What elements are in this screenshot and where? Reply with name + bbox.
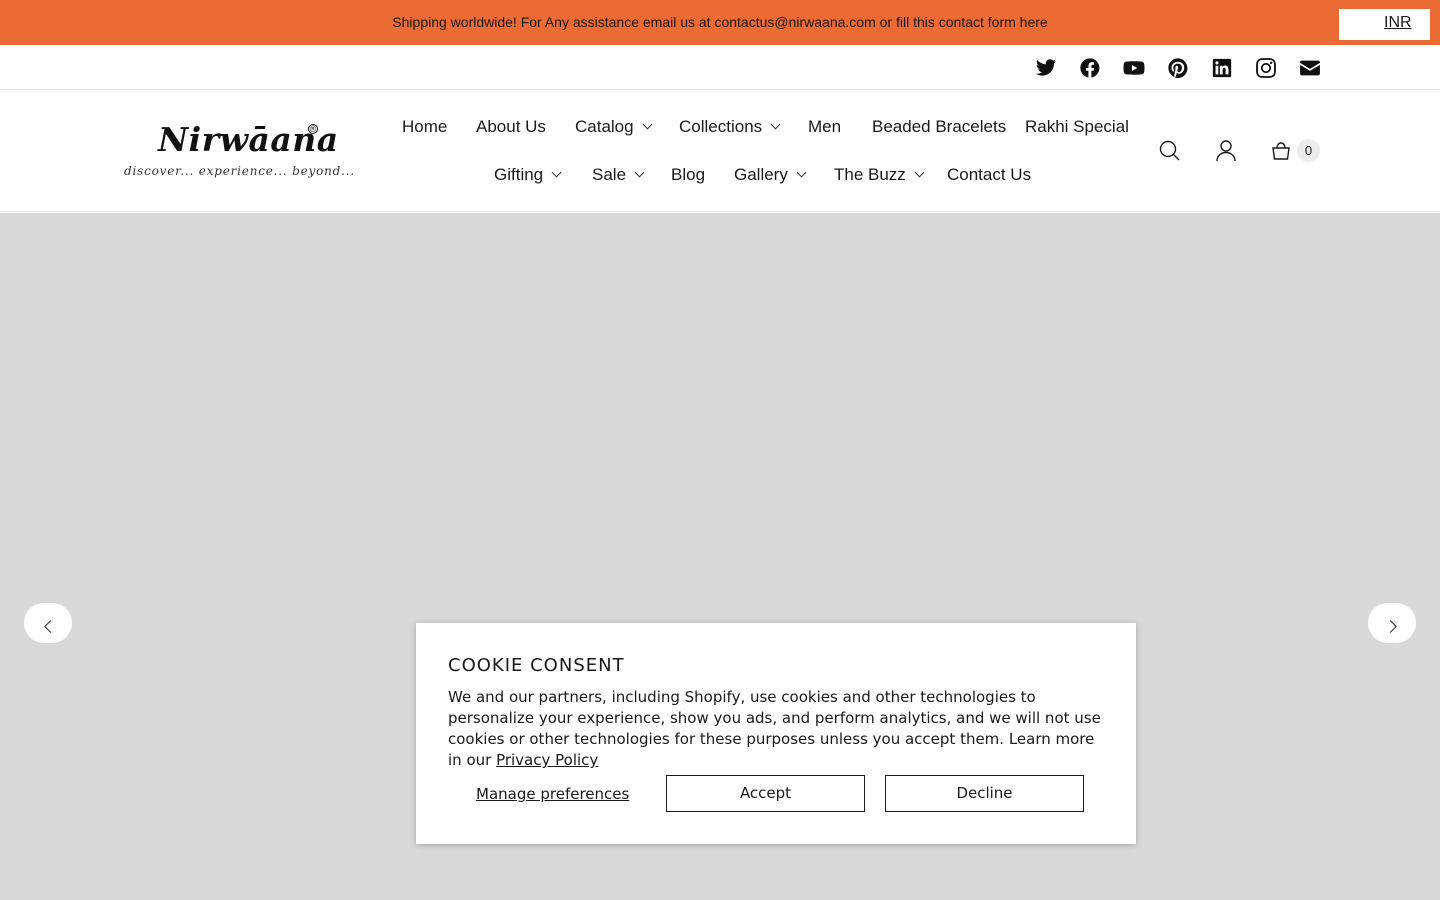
youtube-icon[interactable] <box>1122 56 1146 80</box>
manage-preferences-link[interactable]: Manage preferences <box>476 785 629 803</box>
search-icon[interactable] <box>1157 138 1183 164</box>
nav-sale[interactable]: Sale <box>592 165 645 185</box>
chevron-down-icon <box>914 167 925 178</box>
nav-label: About Us <box>476 117 546 136</box>
chevron-right-icon <box>1383 619 1397 633</box>
nav-catalog[interactable]: Catalog <box>575 117 653 137</box>
announcement-bar: Shipping worldwide! For Any assistance e… <box>0 0 1440 45</box>
cart-icon[interactable] <box>1268 138 1294 164</box>
chevron-left-icon <box>43 619 57 633</box>
privacy-policy-link[interactable]: Privacy Policy <box>496 751 598 769</box>
nav-about-us[interactable]: About Us <box>476 117 546 137</box>
nav-label: Rakhi Special <box>1025 117 1129 136</box>
chevron-down-icon <box>642 119 653 130</box>
nav-blog[interactable]: Blog <box>671 165 705 185</box>
slideshow-next-button[interactable] <box>1368 603 1416 643</box>
site-logo[interactable]: Nirwāana ® discover... experience... bey… <box>124 120 354 182</box>
nav-collections[interactable]: Collections <box>679 117 781 137</box>
nav-gallery[interactable]: Gallery <box>734 165 807 185</box>
chevron-down-icon <box>796 167 807 178</box>
nav-label: Men <box>808 117 842 136</box>
social-bar <box>0 45 1440 90</box>
logo-registered-mark: ® <box>308 124 318 134</box>
decline-button[interactable]: Decline <box>885 775 1084 812</box>
currency-selector[interactable]: INR <box>1339 9 1430 40</box>
instagram-icon[interactable] <box>1254 56 1278 80</box>
nav-label: Blog <box>671 165 706 184</box>
facebook-icon[interactable] <box>1078 56 1102 80</box>
nav-label: The Buzz <box>834 165 906 184</box>
nav-label: Gallery <box>734 165 788 184</box>
nav-label: Collections <box>679 117 763 136</box>
nav-label: Home <box>402 117 448 136</box>
nav-men[interactable]: Men <box>808 117 841 137</box>
slideshow-prev-button[interactable] <box>24 603 72 643</box>
pinterest-icon[interactable] <box>1166 56 1190 80</box>
nav-label: Sale <box>592 165 627 184</box>
nav-the-buzz[interactable]: The Buzz <box>834 165 925 185</box>
nav-label: Catalog <box>575 117 634 136</box>
accept-button[interactable]: Accept <box>666 775 865 812</box>
nav-rakhi-special[interactable]: Rakhi Special <box>1025 117 1129 137</box>
account-icon[interactable] <box>1213 138 1239 164</box>
cart-count-badge: 0 <box>1297 139 1320 162</box>
cookie-body: We and our partners, including Shopify, … <box>448 687 1108 771</box>
chevron-down-icon <box>551 167 562 178</box>
cookie-consent-dialog: COOKIE CONSENT We and our partners, incl… <box>416 623 1136 844</box>
cookie-title: COOKIE CONSENT <box>448 655 625 676</box>
nav-label: Gifting <box>494 165 544 184</box>
site-header: Nirwāana ® discover... experience... bey… <box>0 90 1440 212</box>
nav-home[interactable]: Home <box>402 117 447 137</box>
logo-tagline: discover... experience... beyond... <box>124 164 355 178</box>
announcement-text[interactable]: Shipping worldwide! For Any assistance e… <box>0 14 1440 30</box>
nav-beaded-bracelets[interactable]: Beaded Bracelets <box>872 117 1006 137</box>
chevron-down-icon <box>770 119 781 130</box>
nav-label: Contact Us <box>947 165 1032 184</box>
chevron-down-icon <box>634 167 645 178</box>
linkedin-icon[interactable] <box>1210 56 1234 80</box>
email-icon[interactable] <box>1298 56 1322 80</box>
twitter-icon[interactable] <box>1034 56 1058 80</box>
nav-gifting[interactable]: Gifting <box>494 165 562 185</box>
nav-contact-us[interactable]: Contact Us <box>947 165 1031 185</box>
nav-label: Beaded Bracelets <box>872 117 1007 136</box>
